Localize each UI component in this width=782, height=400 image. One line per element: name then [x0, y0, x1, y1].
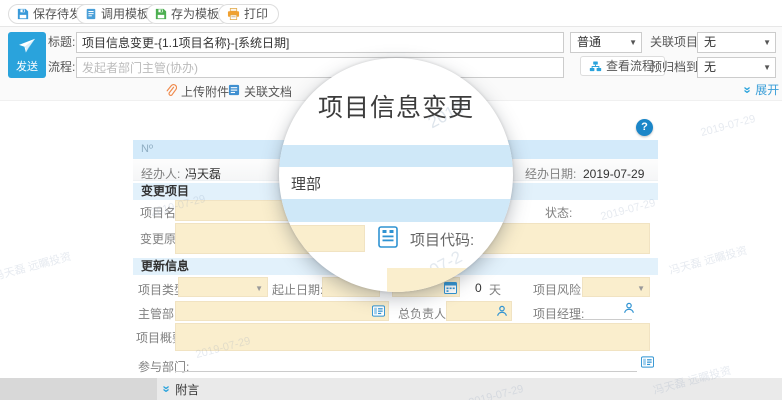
risk-select[interactable]: ▼ [582, 277, 650, 297]
caret-down-icon: ▼ [763, 63, 771, 72]
print-button[interactable]: 打印 [218, 4, 280, 24]
code-selector-icon [378, 225, 398, 251]
participants-field[interactable] [175, 344, 637, 372]
expand-toggle[interactable]: » 展开 [740, 81, 780, 98]
flow-input[interactable] [76, 57, 564, 78]
prearchive-select[interactable]: 无 ▼ [697, 57, 776, 78]
bottom-bar: » 附言 [0, 378, 782, 400]
send-label: 发送 [16, 61, 38, 73]
flow-label: 流程: [48, 60, 76, 74]
postscript-label: 附言 [175, 382, 200, 397]
chevron-double-down-icon: » [740, 85, 756, 94]
magnified-number-bar [279, 145, 513, 167]
flow-chart-icon [589, 60, 602, 72]
priority-value: 普通 [577, 35, 602, 49]
bottom-left-corner [0, 378, 157, 400]
caret-down-icon: ▼ [629, 38, 637, 47]
related-project-value: 无 [704, 35, 717, 49]
caret-down-icon: ▼ [763, 38, 771, 47]
dept-field[interactable] [175, 301, 389, 321]
prearchive-label: 预归档到: [650, 60, 702, 74]
magnified-code-label: 项目代码: [410, 232, 475, 249]
magnified-form-title: 项目信息变更 [317, 94, 474, 122]
project-change-form-page: 保存待发 调用模板 存为模板 打印 发送 标题: 普通 ▼ 关联项目: 无 [0, 0, 782, 400]
chevron-double-down-icon: » [159, 385, 175, 393]
document-icon [228, 84, 240, 99]
daterange-label: 起止日期: [272, 283, 324, 297]
upload-attachment-link[interactable]: 上传附件 [165, 83, 229, 100]
save-draft-label: 保存待发 [33, 7, 82, 21]
leader-label: 总负责人: [398, 307, 450, 321]
related-project-label: 关联项目: [650, 35, 702, 49]
expand-label: 展开 [755, 83, 780, 97]
department-icon[interactable] [372, 305, 385, 320]
person-icon[interactable] [623, 302, 635, 317]
related-project-select[interactable]: 无 ▼ [697, 32, 776, 53]
title-label: 标题: [48, 35, 76, 49]
operator-value: 冯天磊 [185, 167, 222, 181]
magnified-orange-strip [387, 268, 513, 292]
status-label: 状态: [545, 206, 573, 220]
save-icon [17, 8, 29, 20]
paper-plane-icon [18, 38, 36, 57]
printer-icon [227, 8, 240, 20]
load-template-label: 调用模板 [101, 7, 150, 21]
person-icon[interactable] [496, 305, 508, 320]
risk-label: 项目风险: [533, 283, 585, 297]
leader-field[interactable] [446, 301, 512, 321]
print-label: 打印 [244, 7, 269, 21]
template-doc-icon [85, 8, 97, 20]
magnified-orange-field [279, 225, 365, 252]
operate-date-label: 经办日期: [525, 167, 577, 181]
operate-date-value: 2019-07-29 [583, 167, 645, 181]
prearchive-value: 无 [704, 60, 717, 74]
project-type-select[interactable]: ▼ [178, 277, 268, 297]
paperclip-icon [165, 83, 178, 100]
caret-down-icon: ▼ [255, 284, 263, 293]
toolbar: 保存待发 调用模板 存为模板 打印 [0, 0, 782, 27]
magnified-dept-fragment: 理部 [291, 176, 322, 193]
view-flow-label: 查看流程 [606, 59, 655, 73]
priority-select[interactable]: 普通 ▼ [570, 32, 642, 53]
save-template-icon [155, 8, 167, 20]
send-button[interactable]: 发送 [8, 32, 46, 78]
magnified-blue-bar [279, 199, 513, 222]
upload-attachment-label: 上传附件 [181, 85, 230, 99]
department-icon[interactable] [641, 356, 654, 371]
postscript-toggle[interactable]: » 附言 [159, 378, 200, 400]
save-as-template-label: 存为模板 [171, 7, 220, 21]
operator-label: 经办人: [141, 167, 181, 181]
caret-down-icon: ▼ [637, 284, 645, 293]
title-input[interactable] [76, 32, 564, 53]
magnifier-overlay: 2019- 项目信息变更 理部 项目代码: 07-2 [279, 58, 513, 292]
